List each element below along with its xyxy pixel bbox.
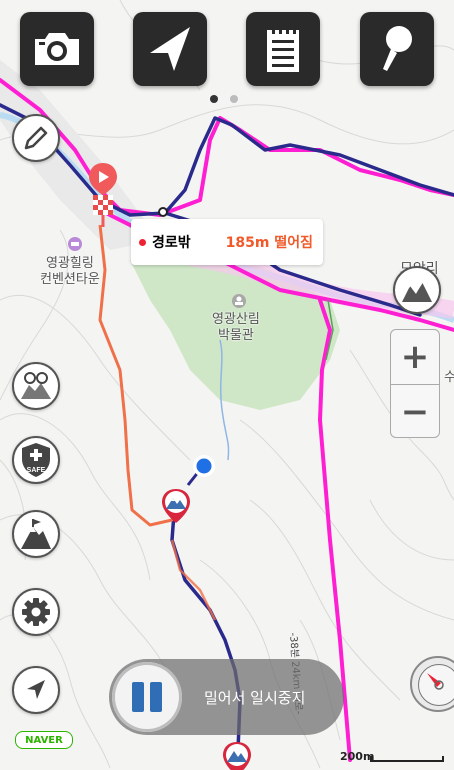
navigation-arrow-icon (150, 27, 190, 71)
hotel-poi-icon[interactable] (67, 236, 83, 252)
pause-label: 밀어서 일시중지 (204, 688, 306, 707)
peak-marker-icon[interactable] (160, 487, 192, 527)
edge-label: 수 (444, 370, 454, 385)
healing-line1: 영광힐링 (45, 256, 94, 271)
edit-button[interactable] (12, 114, 60, 162)
elevation-button[interactable] (393, 266, 441, 314)
notes-button[interactable] (246, 12, 320, 86)
microphone-icon (383, 26, 412, 71)
pencil-icon (24, 126, 48, 150)
community-button[interactable] (12, 362, 60, 410)
mountain-flag-icon (21, 519, 51, 549)
camera-icon (35, 33, 79, 65)
compass-icon (418, 664, 454, 706)
camera-button[interactable] (20, 12, 94, 86)
gear-icon (22, 598, 50, 626)
peak-marker-bottom-icon[interactable] (221, 740, 253, 770)
safe-button[interactable]: SAFE (12, 436, 60, 484)
voice-button[interactable] (360, 12, 434, 86)
naver-logo: NAVER (15, 731, 73, 749)
shield-safe-icon: SAFE (22, 443, 50, 477)
museum-line1: 영광산림 (212, 312, 260, 327)
place-label-healing: 영광힐링 컨벤션타운 (40, 256, 100, 288)
notepad-icon (267, 26, 299, 72)
status-dot (139, 238, 146, 246)
off-route-distance: 185m 떨어짐 (225, 235, 313, 251)
slide-to-pause[interactable]: 밀어서 일시중지 (109, 659, 344, 735)
page-dot-active (210, 95, 218, 103)
navigate-button[interactable] (133, 12, 207, 86)
settings-button[interactable] (12, 588, 60, 636)
pause-icon (132, 682, 162, 712)
map-canvas[interactable] (0, 0, 454, 768)
summit-button[interactable] (12, 510, 60, 558)
locate-button[interactable] (12, 666, 60, 714)
current-location-icon (193, 455, 215, 477)
zoom-out-button[interactable]: − (391, 385, 439, 439)
healing-line2: 컨벤션타운 (40, 272, 100, 287)
off-route-tooltip: 경로밖 185m 떨어짐 (131, 219, 323, 265)
safe-label: SAFE (27, 467, 46, 474)
locate-arrow-icon (27, 680, 45, 699)
start-flag-icon[interactable] (87, 161, 119, 229)
page-indicator (210, 95, 238, 103)
people-map-icon (21, 372, 51, 399)
off-route-status: 경로밖 (152, 235, 191, 251)
elevation-chart-icon (402, 277, 432, 302)
zoom-control: + − (390, 329, 440, 438)
place-label-museum: 영광산림 박물관 (212, 312, 260, 344)
museum-line2: 박물관 (217, 328, 254, 343)
page-dot (230, 95, 238, 103)
museum-poi-icon[interactable] (231, 293, 247, 309)
scale-bar (370, 756, 444, 762)
pause-knob[interactable] (112, 662, 182, 732)
zoom-in-button[interactable]: + (391, 330, 439, 384)
